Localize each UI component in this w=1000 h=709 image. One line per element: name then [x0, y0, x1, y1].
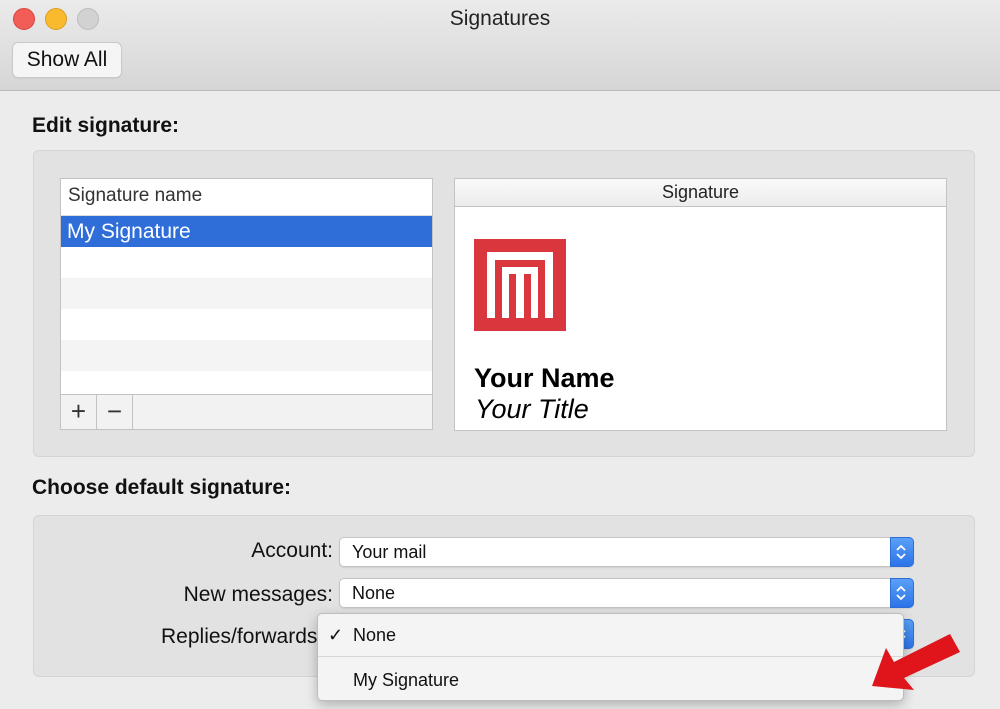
- signature-preview-header: Signature: [455, 179, 946, 207]
- menu-item-my-signature[interactable]: My Signature: [318, 661, 903, 699]
- new-messages-popup-value: None: [352, 583, 396, 603]
- new-messages-label: New messages:: [183, 583, 333, 606]
- signature-list-header: Signature name: [61, 179, 432, 216]
- up-down-chevron-icon: [890, 537, 914, 567]
- signature-list-empty-row: [61, 309, 432, 340]
- menu-item-none[interactable]: ✓ None: [318, 616, 903, 654]
- checkmark-icon: ✓: [328, 625, 344, 645]
- account-popup[interactable]: Your mail: [339, 537, 914, 567]
- signature-list: Signature name My Signature + −: [60, 178, 433, 430]
- menu-separator: [318, 656, 903, 657]
- signature-list-empty-row: [61, 247, 432, 278]
- edit-signature-heading: Edit signature:: [32, 114, 180, 137]
- replies-forwards-menu: ✓ None My Signature: [317, 613, 904, 701]
- signature-preview-name: Your Name: [474, 363, 615, 393]
- new-messages-popup[interactable]: None: [339, 578, 914, 608]
- account-label: Account:: [251, 539, 333, 562]
- signature-list-footer: + −: [61, 394, 432, 429]
- account-popup-value: Your mail: [352, 542, 427, 562]
- menu-item-label: My Signature: [353, 670, 460, 690]
- add-signature-button[interactable]: +: [61, 395, 97, 429]
- title-bar: Signatures Show All: [0, 0, 1000, 91]
- signature-list-empty-row: [61, 278, 432, 309]
- signature-list-item[interactable]: My Signature: [61, 216, 432, 247]
- remove-signature-button[interactable]: −: [97, 395, 133, 429]
- red-m-logo-icon: [474, 239, 566, 336]
- signature-list-empty-row: [61, 340, 432, 371]
- red-arrow-icon: [868, 630, 968, 705]
- up-down-chevron-icon: [890, 578, 914, 608]
- signature-preview-title: Your Title: [475, 394, 589, 424]
- default-signature-heading: Choose default signature:: [32, 476, 292, 499]
- signature-preview[interactable]: Signature Your Name Your Title: [454, 178, 947, 431]
- show-all-button[interactable]: Show All: [12, 42, 122, 78]
- window-title: Signatures: [449, 7, 551, 30]
- menu-item-label: None: [353, 625, 397, 645]
